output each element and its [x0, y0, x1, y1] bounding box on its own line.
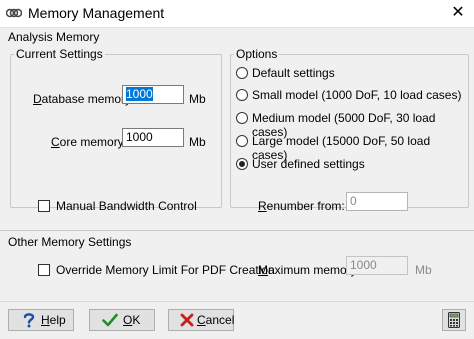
renumber-from-input[interactable]: 0	[346, 192, 408, 211]
question-mark-icon	[23, 313, 35, 328]
radio-label: Default settings	[252, 66, 335, 80]
close-icon[interactable]: ✕	[444, 2, 472, 24]
section-divider	[0, 230, 474, 231]
radio-label: Small model (1000 DoF, 10 load cases)	[252, 88, 462, 102]
override-pdf-label: Override Memory Limit For PDF Creation	[56, 263, 275, 277]
dialog-footer: Help OK Cancel	[0, 301, 474, 339]
other-memory-heading: Other Memory Settings	[8, 235, 132, 249]
analysis-memory-heading: Analysis Memory	[8, 30, 100, 44]
radio-button[interactable]	[236, 67, 248, 79]
cancel-button[interactable]: Cancel	[168, 309, 234, 331]
radio-button[interactable]	[236, 135, 248, 147]
options-label: Options	[234, 47, 280, 61]
radio-large-model[interactable]: Large model (15000 DoF, 50 load cases)	[236, 134, 464, 162]
x-mark-icon	[180, 313, 194, 327]
cancel-label: Cancel	[197, 313, 235, 327]
core-memory-label: Core memory:	[51, 135, 128, 149]
dialog-body: Analysis Memory Current Settings Databas…	[0, 28, 474, 301]
ok-button[interactable]: OK	[89, 309, 155, 331]
override-pdf-checkbox[interactable]	[38, 264, 50, 276]
title-bar: Memory Management ✕	[0, 0, 474, 28]
calculator-icon	[448, 312, 460, 328]
help-button[interactable]: Help	[8, 309, 74, 331]
core-memory-input[interactable]: 1000	[122, 128, 184, 147]
calculator-button[interactable]	[442, 309, 466, 331]
ok-label: OK	[123, 313, 141, 327]
maximum-memory-label: Maximum memory:	[258, 263, 361, 277]
memory-app-icon	[6, 8, 22, 18]
database-memory-unit: Mb	[189, 92, 206, 106]
window-title: Memory Management	[28, 5, 165, 21]
current-settings-group	[10, 54, 222, 208]
maximum-memory-input[interactable]: 1000	[346, 256, 408, 275]
radio-button[interactable]	[236, 89, 248, 101]
current-settings-label: Current Settings	[14, 47, 105, 61]
database-memory-input[interactable]: 1000	[122, 85, 184, 104]
maximum-memory-unit: Mb	[415, 263, 432, 277]
checkmark-icon	[102, 313, 118, 327]
radio-label: User defined settings	[252, 157, 365, 171]
radio-button-selected[interactable]	[236, 158, 248, 170]
radio-default-settings[interactable]: Default settings	[236, 66, 464, 82]
radio-medium-model[interactable]: Medium model (5000 DoF, 30 load cases)	[236, 111, 464, 139]
radio-button[interactable]	[236, 112, 248, 124]
core-memory-unit: Mb	[189, 135, 206, 149]
help-label: Help	[41, 313, 66, 327]
manual-bandwidth-checkbox[interactable]	[38, 200, 50, 212]
radio-small-model[interactable]: Small model (1000 DoF, 10 load cases)	[236, 88, 464, 104]
radio-user-defined[interactable]: User defined settings	[236, 157, 464, 173]
renumber-from-label: Renumber from:	[258, 199, 345, 213]
manual-bandwidth-label: Manual Bandwidth Control	[56, 199, 197, 213]
database-memory-label: Database memory:	[33, 92, 135, 106]
